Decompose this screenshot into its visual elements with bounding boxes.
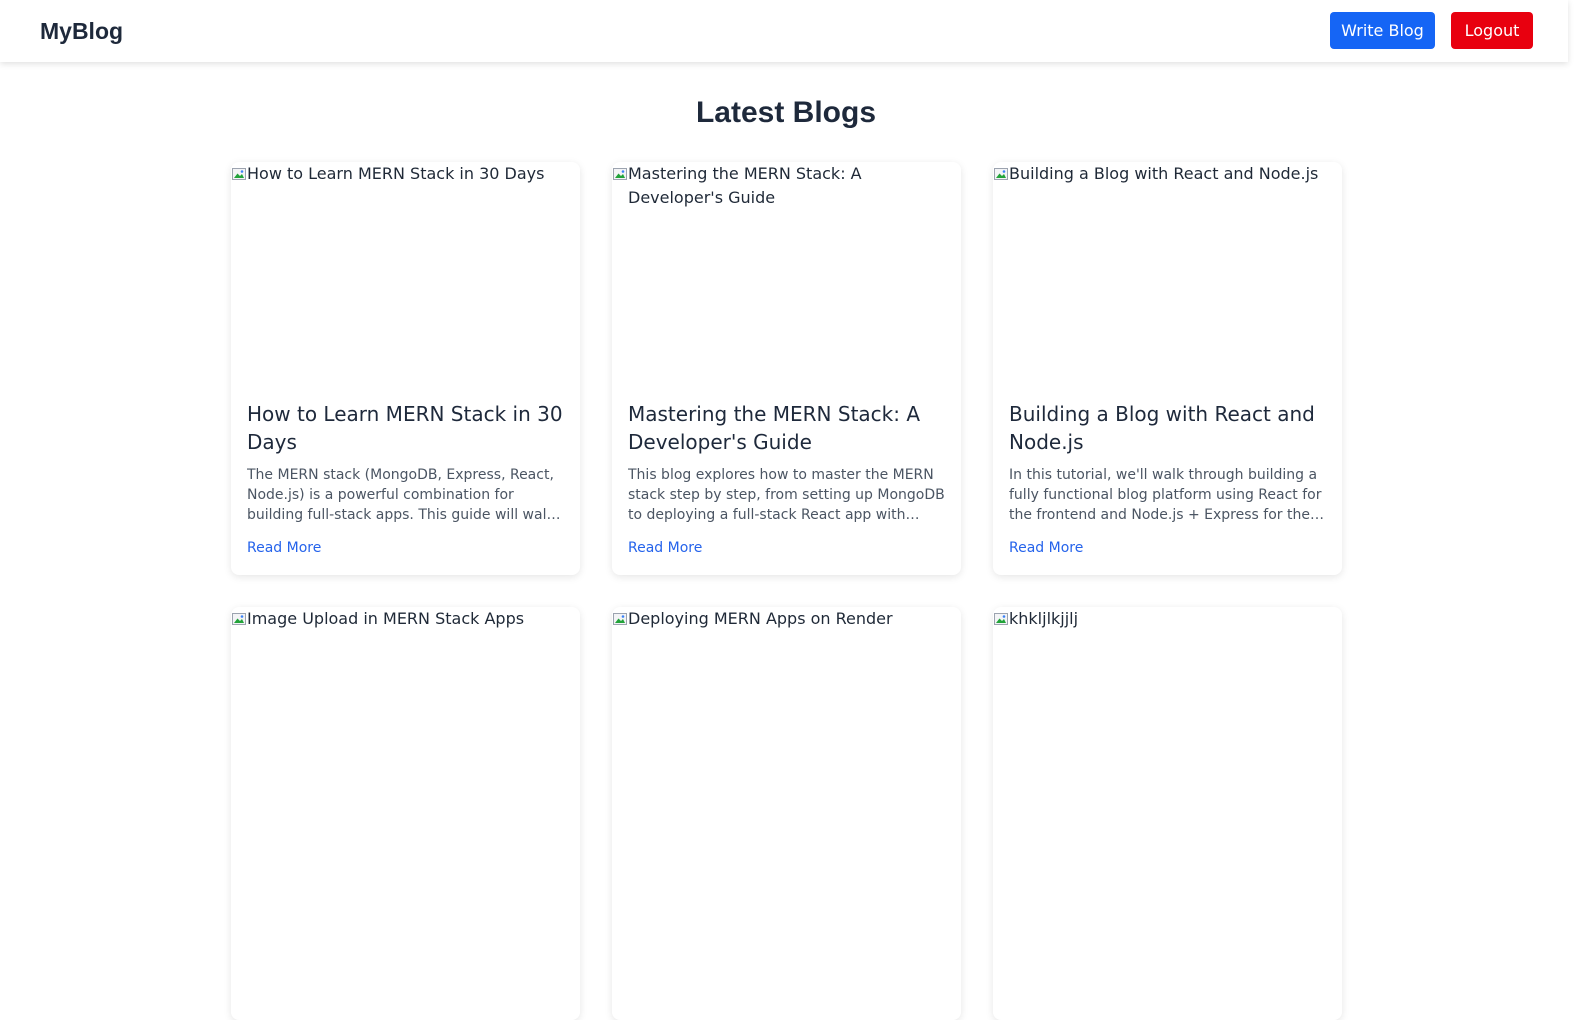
image-alt-text: khkljlkjjlj (1009, 609, 1079, 628)
broken-image-icon (232, 168, 246, 180)
broken-image-icon (232, 613, 246, 625)
broken-image-icon (613, 613, 627, 625)
blog-card: Mastering the MERN Stack: A Developer's … (612, 162, 961, 575)
broken-image-icon (994, 168, 1008, 180)
broken-image-icon (613, 168, 627, 180)
blog-card-excerpt: The MERN stack (MongoDB, Express, React,… (247, 467, 555, 523)
blog-card-image: khkljlkjjlj (993, 607, 1342, 833)
blog-card: Building a Blog with React and Node.js B… (993, 162, 1342, 575)
image-alt-text: Building a Blog with React and Node.js (1009, 164, 1319, 183)
read-more-link[interactable]: Read More (247, 540, 321, 556)
blog-card-excerpt: This blog explores how to master the MER… (628, 467, 945, 523)
navbar: MyBlog Write Blog Logout (0, 0, 1568, 62)
blog-card: Deploying MERN Apps on Render (612, 607, 961, 1020)
blog-grid: How to Learn MERN Stack in 30 Days How t… (231, 162, 1343, 1020)
blog-card: Image Upload in MERN Stack Apps (231, 607, 580, 1020)
broken-image-icon (994, 613, 1008, 625)
write-blog-button[interactable]: Write Blog (1330, 12, 1435, 49)
blog-card-image: How to Learn MERN Stack in 30 Days (231, 162, 580, 388)
blog-card-image: Building a Blog with React and Node.js (993, 162, 1342, 388)
read-more-link[interactable]: Read More (1009, 540, 1083, 556)
blog-card-image: Image Upload in MERN Stack Apps (231, 607, 580, 833)
read-more-link[interactable]: Read More (628, 540, 702, 556)
blog-card-image: Deploying MERN Apps on Render (612, 607, 961, 833)
blog-card: khkljlkjjlj (993, 607, 1342, 1020)
brand-logo[interactable]: MyBlog (40, 18, 123, 45)
blog-card: How to Learn MERN Stack in 30 Days How t… (231, 162, 580, 575)
image-alt-text: Mastering the MERN Stack: A Developer's … (628, 164, 862, 207)
blog-card-excerpt: In this tutorial, we'll walk through bui… (1009, 467, 1322, 523)
image-alt-text: How to Learn MERN Stack in 30 Days (247, 164, 545, 183)
blog-card-image: Mastering the MERN Stack: A Developer's … (612, 162, 961, 388)
logout-button[interactable]: Logout (1451, 12, 1533, 49)
page-title: Latest Blogs (695, 96, 877, 129)
image-alt-text: Image Upload in MERN Stack Apps (247, 609, 525, 628)
blog-card-title: Mastering the MERN Stack: A Developer's … (628, 402, 921, 454)
blog-card-title: Building a Blog with React and Node.js (1009, 402, 1315, 454)
blog-card-title: How to Learn MERN Stack in 30 Days (247, 402, 563, 454)
image-alt-text: Deploying MERN Apps on Render (628, 609, 893, 628)
